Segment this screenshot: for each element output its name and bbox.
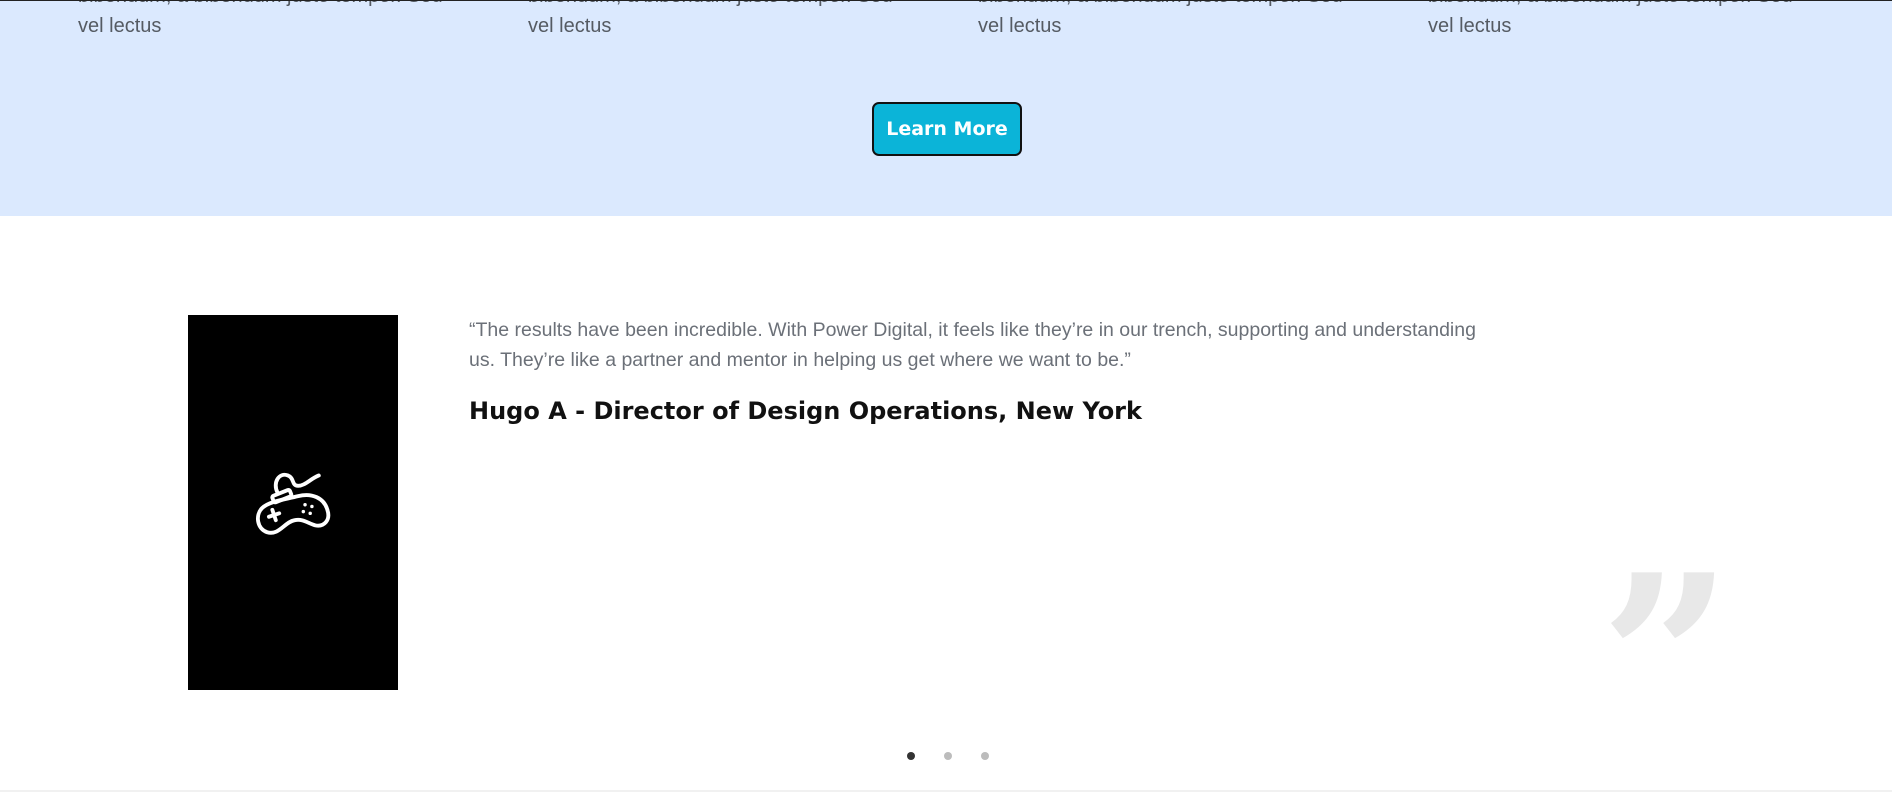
carousel-dot-2[interactable] — [944, 752, 952, 760]
feature-text: vel lectus — [528, 15, 612, 37]
feature-card-1: bibendum, a bibendum justo tempor. Sed v… — [78, 1, 458, 41]
carousel-dot-3[interactable] — [981, 752, 989, 760]
feature-text: bibendum, a bibendum justo tempor. Sed — [78, 1, 458, 11]
feature-text: bibendum, a bibendum justo tempor. Sed — [528, 1, 908, 11]
testimonial-image — [188, 315, 398, 690]
testimonial-author: Hugo A - Director of Design Operations, … — [469, 397, 1142, 425]
feature-text: bibendum, a bibendum justo tempor. Sed — [1428, 1, 1808, 11]
carousel-pagination — [0, 752, 1892, 764]
carousel-dot-1[interactable] — [907, 752, 915, 760]
features-section: bibendum, a bibendum justo tempor. Sed v… — [0, 0, 1892, 216]
feature-card-3: bibendum, a bibendum justo tempor. Sed v… — [978, 1, 1358, 41]
feature-text: vel lectus — [78, 15, 162, 37]
testimonial-section: “The results have been incredible. With … — [0, 215, 1892, 792]
feature-text: vel lectus — [1428, 15, 1512, 37]
quote-mark-icon: ” — [1600, 525, 1733, 792]
page: bibendum, a bibendum justo tempor. Sed v… — [0, 0, 1892, 792]
learn-more-button[interactable]: Learn More — [872, 102, 1022, 156]
quote-line: us. They’re like a partner and mentor in… — [469, 349, 1131, 371]
quote-line: “The results have been incredible. With … — [469, 319, 1476, 341]
feature-text: vel lectus — [978, 15, 1062, 37]
feature-card-2: bibendum, a bibendum justo tempor. Sed v… — [528, 1, 908, 41]
feature-text: bibendum, a bibendum justo tempor. Sed — [978, 1, 1358, 11]
gamepad-icon — [255, 472, 331, 535]
testimonial-quote: “The results have been incredible. With … — [469, 315, 1519, 375]
feature-card-4: bibendum, a bibendum justo tempor. Sed v… — [1428, 1, 1808, 41]
